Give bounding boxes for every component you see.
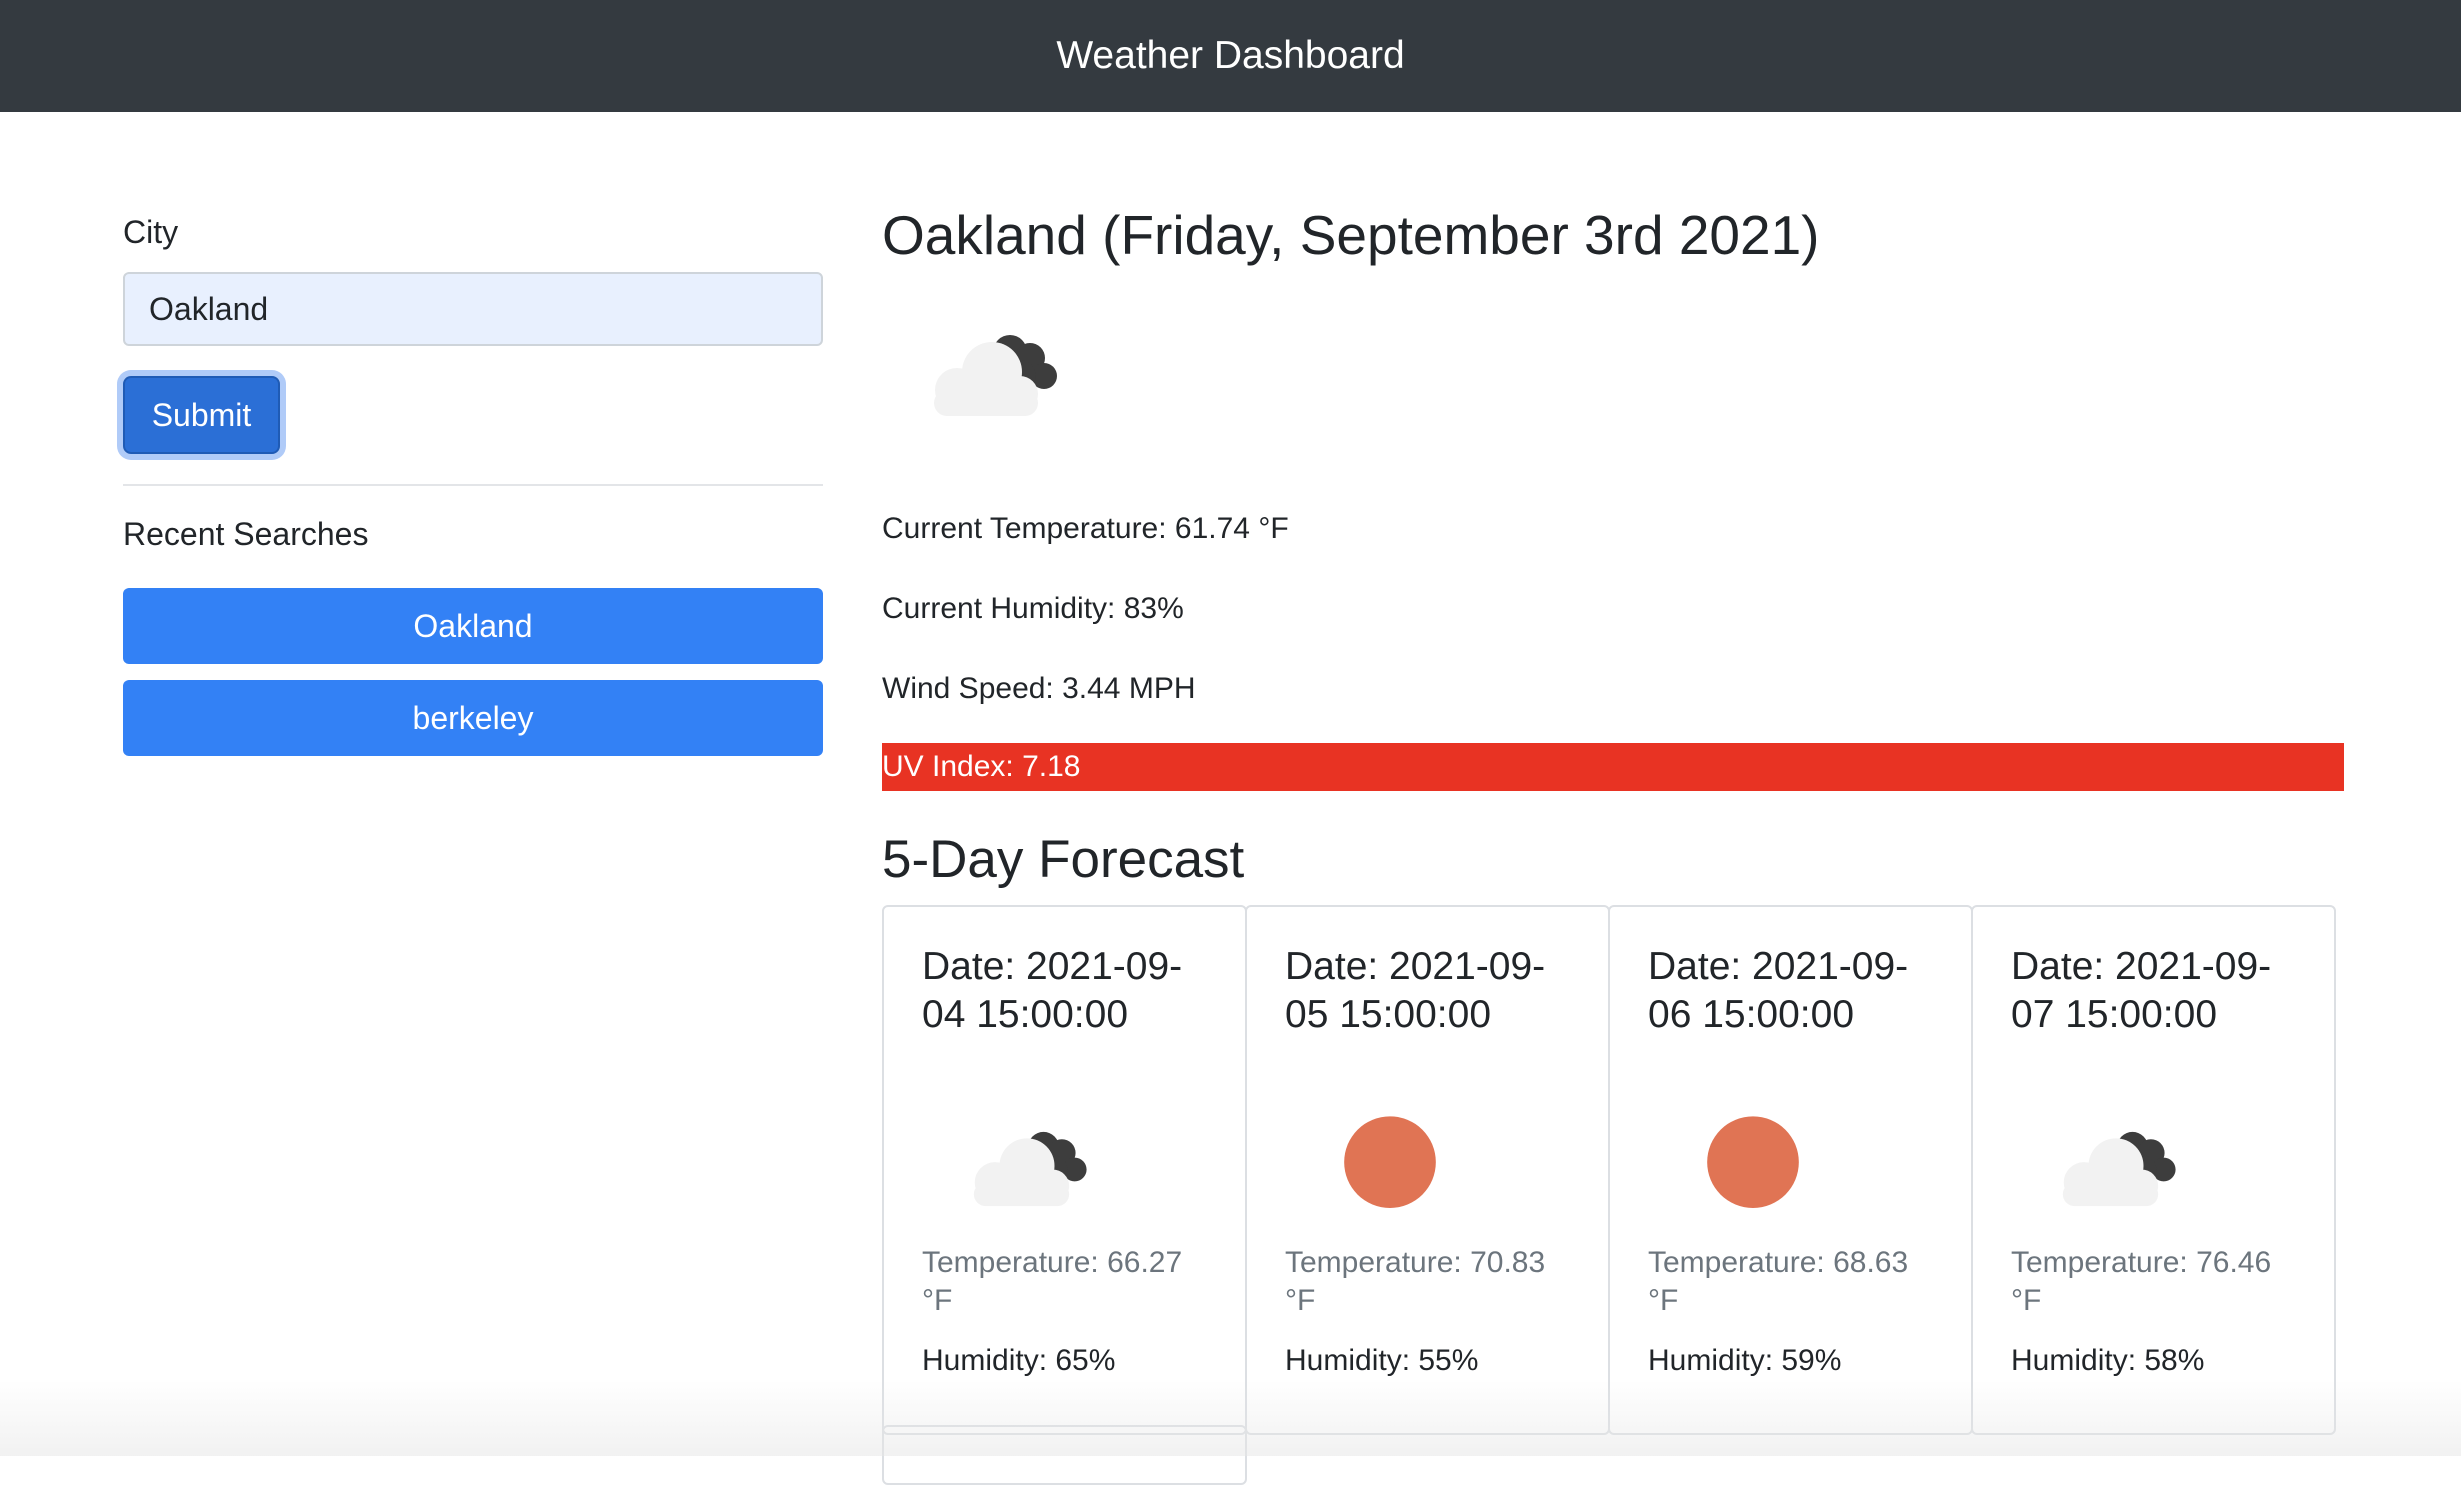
navbar: Weather Dashboard bbox=[0, 0, 2461, 112]
uv-index-bar: UV Index: 7.18 bbox=[882, 743, 2344, 791]
cloudy-icon bbox=[934, 335, 1057, 416]
recent-searches-list: Oakland berkeley bbox=[123, 588, 823, 756]
forecast-card: Date: 2021-09-04 15:00:00 Temperature: 6… bbox=[882, 905, 1247, 1435]
forecast-humidity: Humidity: 65% bbox=[922, 1344, 1116, 1377]
forecast-temperature: Temperature: 68.63 °F bbox=[1648, 1246, 1909, 1317]
recent-search-button[interactable]: Oakland bbox=[123, 588, 823, 664]
forecast-title: 5-Day Forecast bbox=[882, 830, 1245, 889]
forecast-humidity: Humidity: 58% bbox=[2011, 1344, 2205, 1377]
sun-icon bbox=[1707, 1116, 1799, 1208]
divider bbox=[123, 484, 823, 486]
search-panel: City Submit Recent Searches Oakland berk… bbox=[123, 200, 823, 756]
cloudy-icon bbox=[2062, 1131, 2176, 1207]
current-city-heading: Oakland (Friday, September 3rd 2021) bbox=[882, 204, 1820, 266]
forecast-temperature: Temperature: 66.27 °F bbox=[922, 1246, 1183, 1317]
submit-button[interactable]: Submit bbox=[123, 376, 280, 454]
current-stats: Current Temperature: 61.74 °F Current Hu… bbox=[882, 489, 2344, 729]
recent-searches-title: Recent Searches bbox=[123, 516, 369, 552]
forecast-card: Date: 2021-09-06 15:00:00 Temperature: 6… bbox=[1608, 905, 1973, 1435]
forecast-date: Date: 2021-09-06 15:00:00 bbox=[1648, 945, 1909, 1036]
forecast-humidity: Humidity: 55% bbox=[1285, 1344, 1479, 1377]
app-title: Weather Dashboard bbox=[1056, 34, 1405, 77]
sun-icon bbox=[1344, 1116, 1436, 1208]
forecast-date: Date: 2021-09-07 15:00:00 bbox=[2011, 945, 2272, 1036]
forecast-date: Date: 2021-09-05 15:00:00 bbox=[1285, 945, 1546, 1036]
current-humidity: Current Humidity: 83% bbox=[882, 592, 1184, 625]
wind-speed: Wind Speed: 3.44 MPH bbox=[882, 672, 1196, 705]
forecast-humidity: Humidity: 59% bbox=[1648, 1344, 1842, 1377]
forecast-cards: Date: 2021-09-04 15:00:00 Temperature: 6… bbox=[882, 905, 2344, 1435]
cloudy-icon bbox=[973, 1131, 1087, 1207]
current-temperature: Current Temperature: 61.74 °F bbox=[882, 512, 1289, 545]
forecast-card: Date: 2021-09-07 15:00:00 Temperature: 7… bbox=[1971, 905, 2336, 1435]
forecast-temperature: Temperature: 76.46 °F bbox=[2011, 1246, 2272, 1317]
city-label: City bbox=[123, 214, 179, 250]
forecast-date: Date: 2021-09-04 15:00:00 bbox=[922, 945, 1183, 1036]
weather-panel: Oakland (Friday, September 3rd 2021) Cur… bbox=[882, 200, 2344, 1435]
forecast-card: Date: 2021-09-05 15:00:00 Temperature: 7… bbox=[1245, 905, 1610, 1435]
recent-search-button[interactable]: berkeley bbox=[123, 680, 823, 756]
forecast-card-partial bbox=[882, 1425, 1247, 1485]
forecast-temperature: Temperature: 70.83 °F bbox=[1285, 1246, 1546, 1317]
city-input[interactable] bbox=[123, 272, 823, 346]
